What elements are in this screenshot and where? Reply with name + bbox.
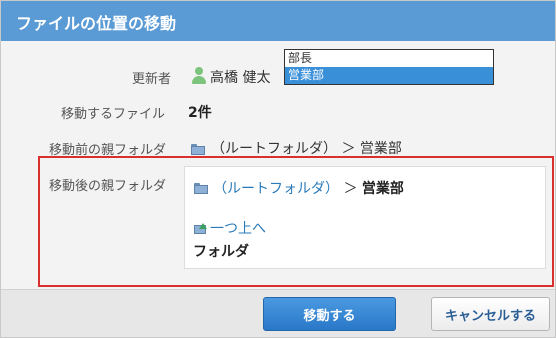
move-file-dialog: ファイルの位置の移動 更新者 高橋 健太 部長 営業部 移動するファイル 2件 … <box>0 0 556 338</box>
department-dropdown-list[interactable]: 部長 営業部 <box>284 49 494 85</box>
dropdown-option-bucho[interactable]: 部長 <box>285 50 493 67</box>
cancel-button[interactable]: キャンセルする <box>431 297 550 331</box>
move-button[interactable]: 移動する <box>263 297 396 331</box>
up-one-level-link[interactable]: 一つ上へ <box>210 218 266 238</box>
root-folder-link[interactable]: （ルートフォルダ） <box>213 181 339 197</box>
after-current-folder: 営業部 <box>361 181 404 197</box>
updater-name: 高橋 健太 <box>210 70 271 86</box>
files-label: 移動するファイル <box>61 107 166 122</box>
after-folder-label: 移動後の親フォルダ <box>49 179 167 194</box>
dialog-titlebar: ファイルの位置の移動 <box>1 1 555 41</box>
folder-icon <box>191 144 205 155</box>
folder-icon <box>194 183 208 194</box>
files-count: 2件 <box>188 105 212 121</box>
before-separator: ＞ <box>341 141 356 157</box>
folder-up-icon[interactable] <box>194 223 208 235</box>
dialog-title: ファイルの位置の移動 <box>16 14 177 33</box>
after-separator: ＞ <box>343 181 358 197</box>
dropdown-option-eigyobu[interactable]: 営業部 <box>285 67 493 84</box>
updater-label: 更新者 <box>132 72 172 87</box>
before-folder-path: （ルートフォルダ） ＞ 営業部 <box>211 138 402 158</box>
after-folder-path: （ルートフォルダ） ＞ 営業部 <box>213 178 404 198</box>
folder-list-heading: フォルダ <box>193 244 249 260</box>
before-root-folder: （ルートフォルダ） <box>211 141 337 157</box>
user-icon <box>191 67 207 85</box>
before-current-folder: 営業部 <box>359 141 402 157</box>
